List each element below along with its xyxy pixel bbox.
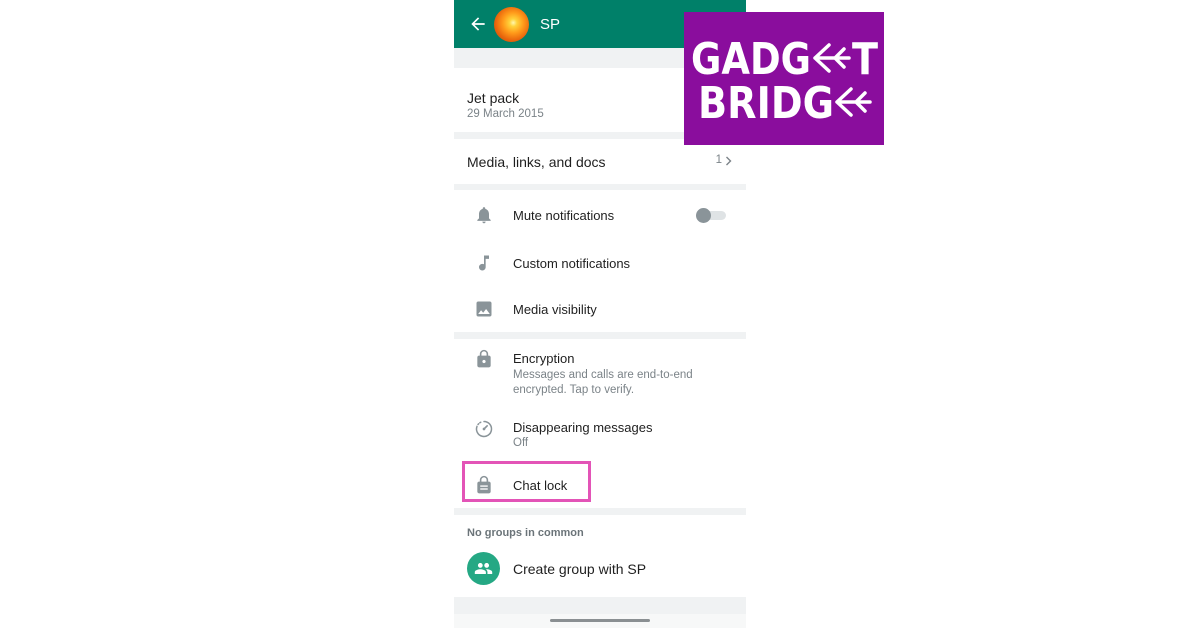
disappearing-messages-title: Disappearing messages bbox=[513, 420, 653, 435]
arrow-left-icon[interactable] bbox=[468, 14, 488, 34]
mute-notifications-toggle[interactable] bbox=[696, 208, 726, 223]
chat-lock-icon bbox=[477, 475, 491, 494]
image-icon bbox=[476, 301, 492, 317]
groups-in-common-card: No groups in common Create group with SP bbox=[454, 515, 746, 597]
lock-icon bbox=[477, 349, 491, 368]
contact-avatar[interactable] bbox=[494, 7, 529, 42]
mute-notifications-row[interactable]: Mute notifications bbox=[454, 190, 746, 238]
gadget-bridge-logo-art: GADG T BRIDG bbox=[691, 34, 878, 129]
media-links-docs-label: Media, links, and docs bbox=[467, 154, 606, 170]
custom-notifications-row[interactable]: Custom notifications bbox=[454, 238, 746, 286]
svg-text:T: T bbox=[852, 34, 878, 85]
bell-icon bbox=[477, 207, 491, 224]
encryption-subtitle-line1: Messages and calls are end-to-end bbox=[513, 369, 693, 381]
toggle-thumb bbox=[696, 208, 711, 223]
media-links-docs-row[interactable]: Media, links, and docs 1 bbox=[454, 139, 746, 184]
group-add-icon bbox=[467, 552, 500, 585]
mute-notifications-label: Mute notifications bbox=[513, 208, 615, 223]
encryption-subtitle-line2: encrypted. Tap to verify. bbox=[513, 383, 635, 396]
about-date: 29 March 2015 bbox=[467, 108, 544, 120]
groups-heading: No groups in common bbox=[467, 527, 584, 539]
custom-notifications-label: Custom notifications bbox=[513, 256, 631, 271]
create-group-row[interactable]: Create group with SP bbox=[454, 545, 746, 593]
navigation-bar bbox=[454, 614, 746, 628]
home-indicator[interactable] bbox=[550, 619, 650, 622]
chevron-right-icon bbox=[726, 156, 732, 166]
disappearing-messages-value: Off bbox=[513, 437, 529, 449]
timer-icon bbox=[475, 420, 493, 438]
chat-lock-row[interactable]: Chat lock bbox=[454, 463, 746, 507]
group-icon bbox=[474, 562, 493, 575]
chat-lock-label: Chat lock bbox=[513, 478, 568, 493]
media-visibility-label: Media visibility bbox=[513, 302, 597, 317]
privacy-settings-card: Encryption Messages and calls are end-to… bbox=[454, 339, 746, 508]
contact-name[interactable]: SP bbox=[540, 16, 560, 33]
svg-text:BRIDG: BRIDG bbox=[698, 78, 834, 129]
media-count: 1 bbox=[715, 154, 722, 166]
encryption-title: Encryption bbox=[513, 351, 575, 366]
notification-settings-card: Mute notifications Custom notifications … bbox=[454, 190, 746, 332]
encryption-row[interactable]: Encryption Messages and calls are end-to… bbox=[454, 339, 746, 405]
gadget-bridge-logo: GADG T BRIDG bbox=[684, 12, 884, 145]
about-text: Jet pack bbox=[467, 90, 520, 106]
media-visibility-row[interactable]: Media visibility bbox=[454, 286, 746, 332]
create-group-label: Create group with SP bbox=[513, 561, 647, 577]
disappearing-messages-row[interactable]: Disappearing messages Off bbox=[454, 411, 746, 457]
music-note-icon bbox=[479, 255, 489, 271]
